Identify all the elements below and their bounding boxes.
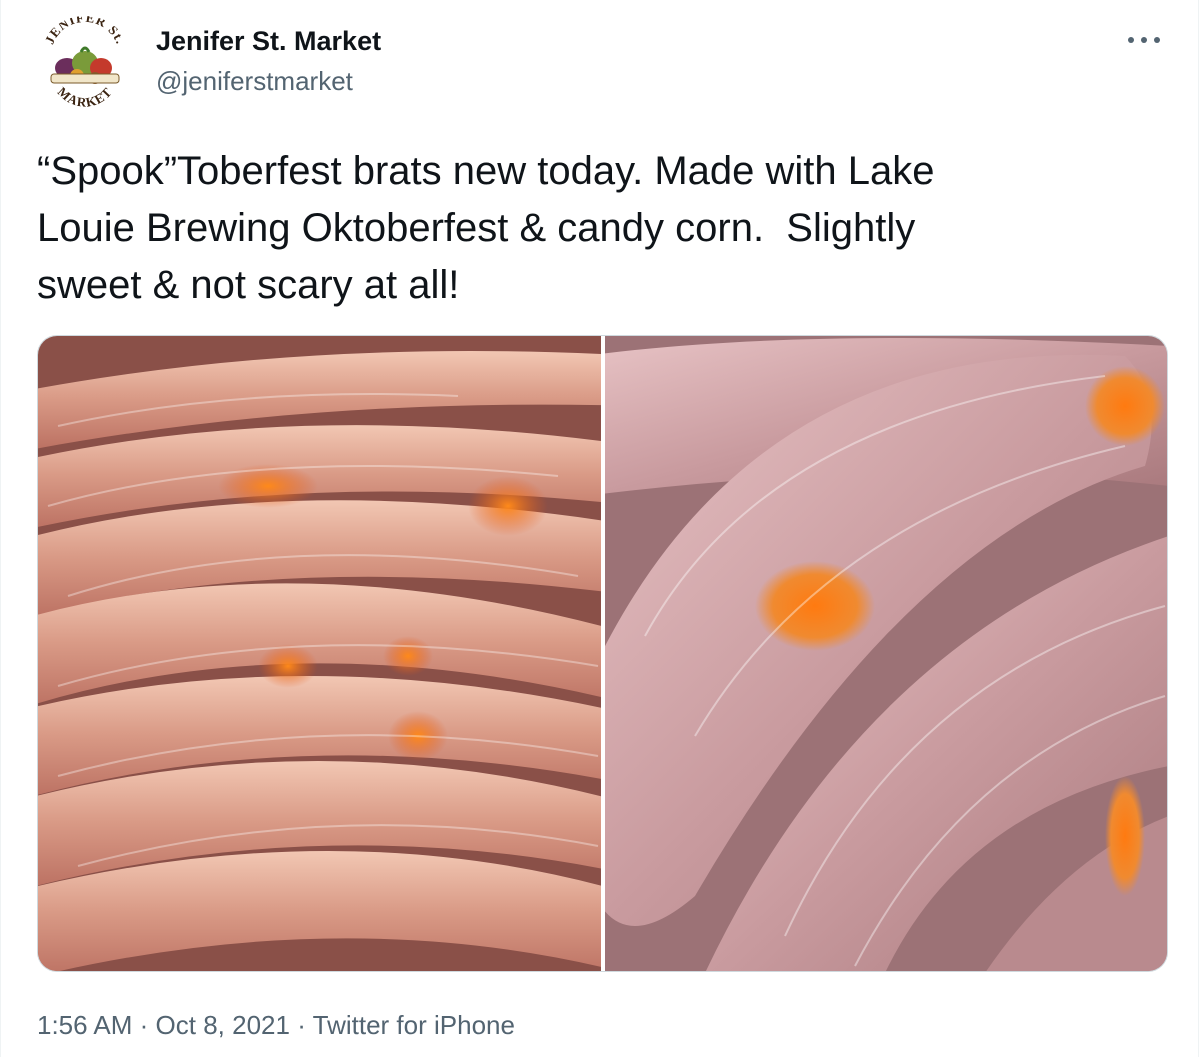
more-options-button[interactable] (1124, 28, 1164, 52)
author-block: Jenifer St. Market @jeniferstmarket (156, 26, 381, 96)
handle[interactable]: @jeniferstmarket (156, 66, 381, 96)
tweet-card: JENIFER St. MARKET Jenifer St. Market @j… (0, 0, 1199, 1057)
media-grid (37, 335, 1168, 972)
display-name[interactable]: Jenifer St. Market (156, 26, 381, 56)
tweet-text: “Spook”Toberfest brats new today. Made w… (37, 149, 935, 307)
avatar[interactable]: JENIFER St. MARKET (37, 16, 133, 112)
photo-brats-closeup[interactable] (605, 336, 1167, 971)
tweet-time[interactable]: 1:56 AM (37, 1010, 132, 1040)
tweet-source[interactable]: Twitter for iPhone (313, 1010, 515, 1040)
photo-brats-rows[interactable] (38, 336, 601, 971)
tweet-meta: 1:56 AM · Oct 8, 2021 · Twitter for iPho… (37, 1009, 515, 1041)
market-logo-icon: JENIFER St. MARKET (38, 16, 132, 111)
tweet-date[interactable]: Oct 8, 2021 (156, 1010, 290, 1040)
more-dots-icon (1128, 37, 1160, 43)
meta-separator: · (139, 1010, 149, 1040)
bratwurst-photo-image (38, 336, 601, 971)
meta-separator: · (297, 1010, 306, 1040)
bratwurst-closeup-image (605, 336, 1167, 971)
